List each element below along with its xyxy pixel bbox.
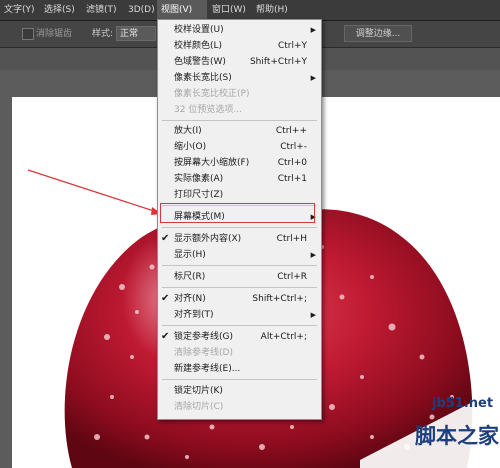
menu-separator xyxy=(162,325,317,326)
menu-item-proof-colors[interactable]: 校样颜色(L) Ctrl+Y xyxy=(158,38,321,54)
menu-item-show-extras[interactable]: ✔ 显示额外内容(X) Ctrl+H xyxy=(158,231,321,247)
menu-view[interactable]: 视图(V) xyxy=(157,0,207,20)
menu-bar: 文字(Y) 选择(S) 滤镜(T) 3D(D) 视图(V) 窗口(W) 帮助(H… xyxy=(0,0,500,21)
menu-item-clear-guides: 清除参考线(D) xyxy=(174,348,233,358)
menu-item-snap[interactable]: ✔ 对齐(N) Shift+Ctrl+; xyxy=(158,291,321,307)
annotation-arrow xyxy=(27,169,158,213)
refine-edge-button[interactable]: 调整边缘... xyxy=(344,25,412,42)
menu-item-new-guide[interactable]: 新建参考线(E)... xyxy=(158,361,321,377)
watermark: jb51.net 脚本之家 xyxy=(360,390,500,468)
menu-item-lock-slices[interactable]: 锁定切片(K) xyxy=(158,383,321,399)
menu-filter[interactable]: 滤镜(T) xyxy=(82,0,121,20)
style-select[interactable]: 正常 xyxy=(116,26,156,41)
menu-separator xyxy=(162,120,317,121)
check-icon: ✔ xyxy=(161,233,170,244)
watermark-domain: jb51.net xyxy=(432,396,494,411)
check-icon: ✔ xyxy=(161,331,170,342)
menu-item-gamut-warning[interactable]: 色域警告(W) Shift+Ctrl+Y xyxy=(158,54,321,70)
check-icon: ✔ xyxy=(161,293,170,304)
menu-item-clear-slices: 清除切片(C) xyxy=(174,402,224,412)
menu-item-32bit-preview: 32 位预览选项... xyxy=(174,105,242,115)
menu-item-rulers[interactable]: 标尺(R) Ctrl+R xyxy=(158,269,321,285)
antialias-label: 消除锯齿 xyxy=(36,29,73,39)
menu-item-lock-guides[interactable]: ✔ 锁定参考线(G) Alt+Ctrl+; xyxy=(158,329,321,345)
menu-item-proof-setup[interactable]: 校样设置(U) ▶ xyxy=(158,22,321,38)
menu-item-snap-to[interactable]: 对齐到(T) ▶ xyxy=(158,307,321,323)
menu-item-actual-pixels[interactable]: 实际像素(A) Ctrl+1 xyxy=(158,171,321,187)
style-label: 样式: xyxy=(92,29,114,39)
menu-item-zoom-in[interactable]: 放大(I) Ctrl++ xyxy=(158,123,321,139)
watermark-name: 脚本之家 xyxy=(415,424,499,448)
menu-window[interactable]: 窗口(W) xyxy=(208,0,250,20)
menu-separator xyxy=(162,287,317,288)
menu-3d[interactable]: 3D(D) xyxy=(124,0,159,20)
menu-item-pixel-aspect-correction: 像素长宽比校正(P) xyxy=(174,89,250,99)
menu-item-fit-on-screen[interactable]: 按屏幕大小缩放(F) Ctrl+0 xyxy=(158,155,321,171)
menu-item-show[interactable]: 显示(H) ▶ xyxy=(158,247,321,263)
menu-help[interactable]: 帮助(H) xyxy=(252,0,292,20)
menu-select[interactable]: 选择(S) xyxy=(40,0,79,20)
menu-item-zoom-out[interactable]: 缩小(O) Ctrl+- xyxy=(158,139,321,155)
menu-separator xyxy=(162,379,317,380)
menu-item-print-size[interactable]: 打印尺寸(Z) xyxy=(158,187,321,203)
annotation-highlight-box xyxy=(160,203,315,223)
menu-separator xyxy=(162,227,317,228)
menu-type[interactable]: 文字(Y) xyxy=(0,0,39,20)
antialias-checkbox[interactable] xyxy=(22,28,34,40)
menu-item-pixel-aspect-ratio[interactable]: 像素长宽比(S) ▶ xyxy=(158,70,321,86)
menu-separator xyxy=(162,265,317,266)
